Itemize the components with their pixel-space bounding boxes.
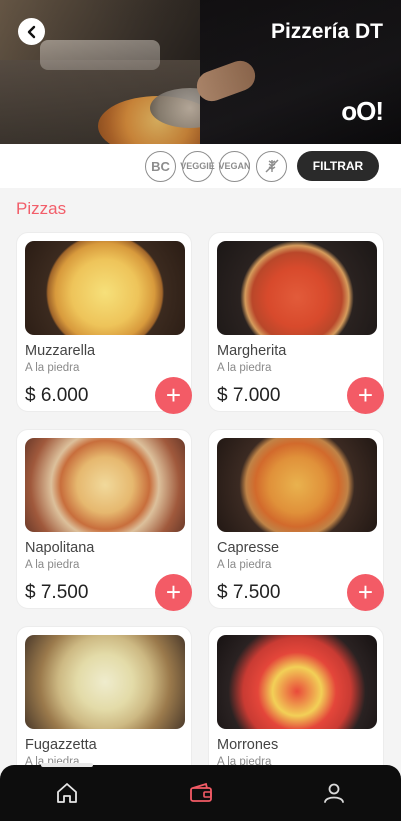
product-name: Fugazzetta [25, 737, 97, 753]
nav-wallet[interactable] [134, 765, 268, 821]
add-to-cart-button[interactable]: + [155, 377, 192, 414]
add-to-cart-button[interactable]: + [347, 574, 384, 611]
nav-home[interactable] [0, 765, 134, 821]
product-name: Napolitana [25, 540, 95, 556]
product-card[interactable]: Capresse A la piedra $ 7.500 + [208, 429, 384, 611]
product-image [217, 241, 377, 335]
back-button[interactable] [18, 18, 45, 45]
product-price: $ 7.000 [217, 385, 281, 406]
product-subtitle: A la piedra [217, 559, 272, 571]
product-card[interactable]: Napolitana A la piedra $ 7.500 + [16, 429, 192, 611]
product-image [217, 438, 377, 532]
product-image [25, 438, 185, 532]
home-icon [56, 783, 77, 803]
veggie-diet-icon[interactable]: VEGGIE [180, 150, 215, 182]
section-title: Pizzas [16, 199, 67, 218]
product-price: $ 6.000 [25, 385, 89, 406]
wheat-crossed-icon [264, 159, 279, 173]
product-image [25, 635, 185, 729]
product-grid: Muzzarella A la piedra $ 6.000 + Margher… [16, 232, 386, 806]
product-card[interactable]: Muzzarella A la piedra $ 6.000 + [16, 232, 192, 414]
filter-button[interactable]: FILTRAR [297, 151, 379, 181]
brand-logo: oO! [341, 96, 384, 126]
product-image [25, 241, 185, 335]
product-name: Capresse [217, 540, 280, 556]
vegan-diet-icon[interactable]: VEGAN [219, 150, 251, 182]
product-subtitle: A la piedra [25, 362, 80, 374]
bottom-nav [0, 765, 401, 821]
add-to-cart-button[interactable]: + [347, 377, 384, 414]
hero-banner: Pizzería DT oO! [0, 0, 401, 144]
add-to-cart-button[interactable]: + [155, 574, 192, 611]
product-card[interactable]: Margherita A la piedra $ 7.000 + [208, 232, 384, 414]
gluten-free-icon[interactable] [256, 150, 287, 182]
product-image [217, 635, 377, 729]
user-icon [324, 783, 345, 803]
filter-bar: BC VEGGIE VEGAN FILTRAR [0, 144, 401, 188]
chevron-left-icon [27, 25, 35, 38]
product-price: $ 7.500 [217, 582, 281, 603]
product-subtitle: A la piedra [25, 559, 80, 571]
product-price: $ 7.500 [25, 582, 89, 603]
product-name: Margherita [217, 343, 287, 359]
wallet-icon [189, 782, 212, 802]
nav-profile[interactable] [267, 765, 401, 821]
product-subtitle: A la piedra [217, 362, 272, 374]
page-title: Pizzería DT [270, 20, 383, 43]
product-name: Morrones [217, 737, 279, 753]
product-name: Muzzarella [25, 343, 96, 359]
bc-diet-icon[interactable]: BC [145, 150, 176, 182]
